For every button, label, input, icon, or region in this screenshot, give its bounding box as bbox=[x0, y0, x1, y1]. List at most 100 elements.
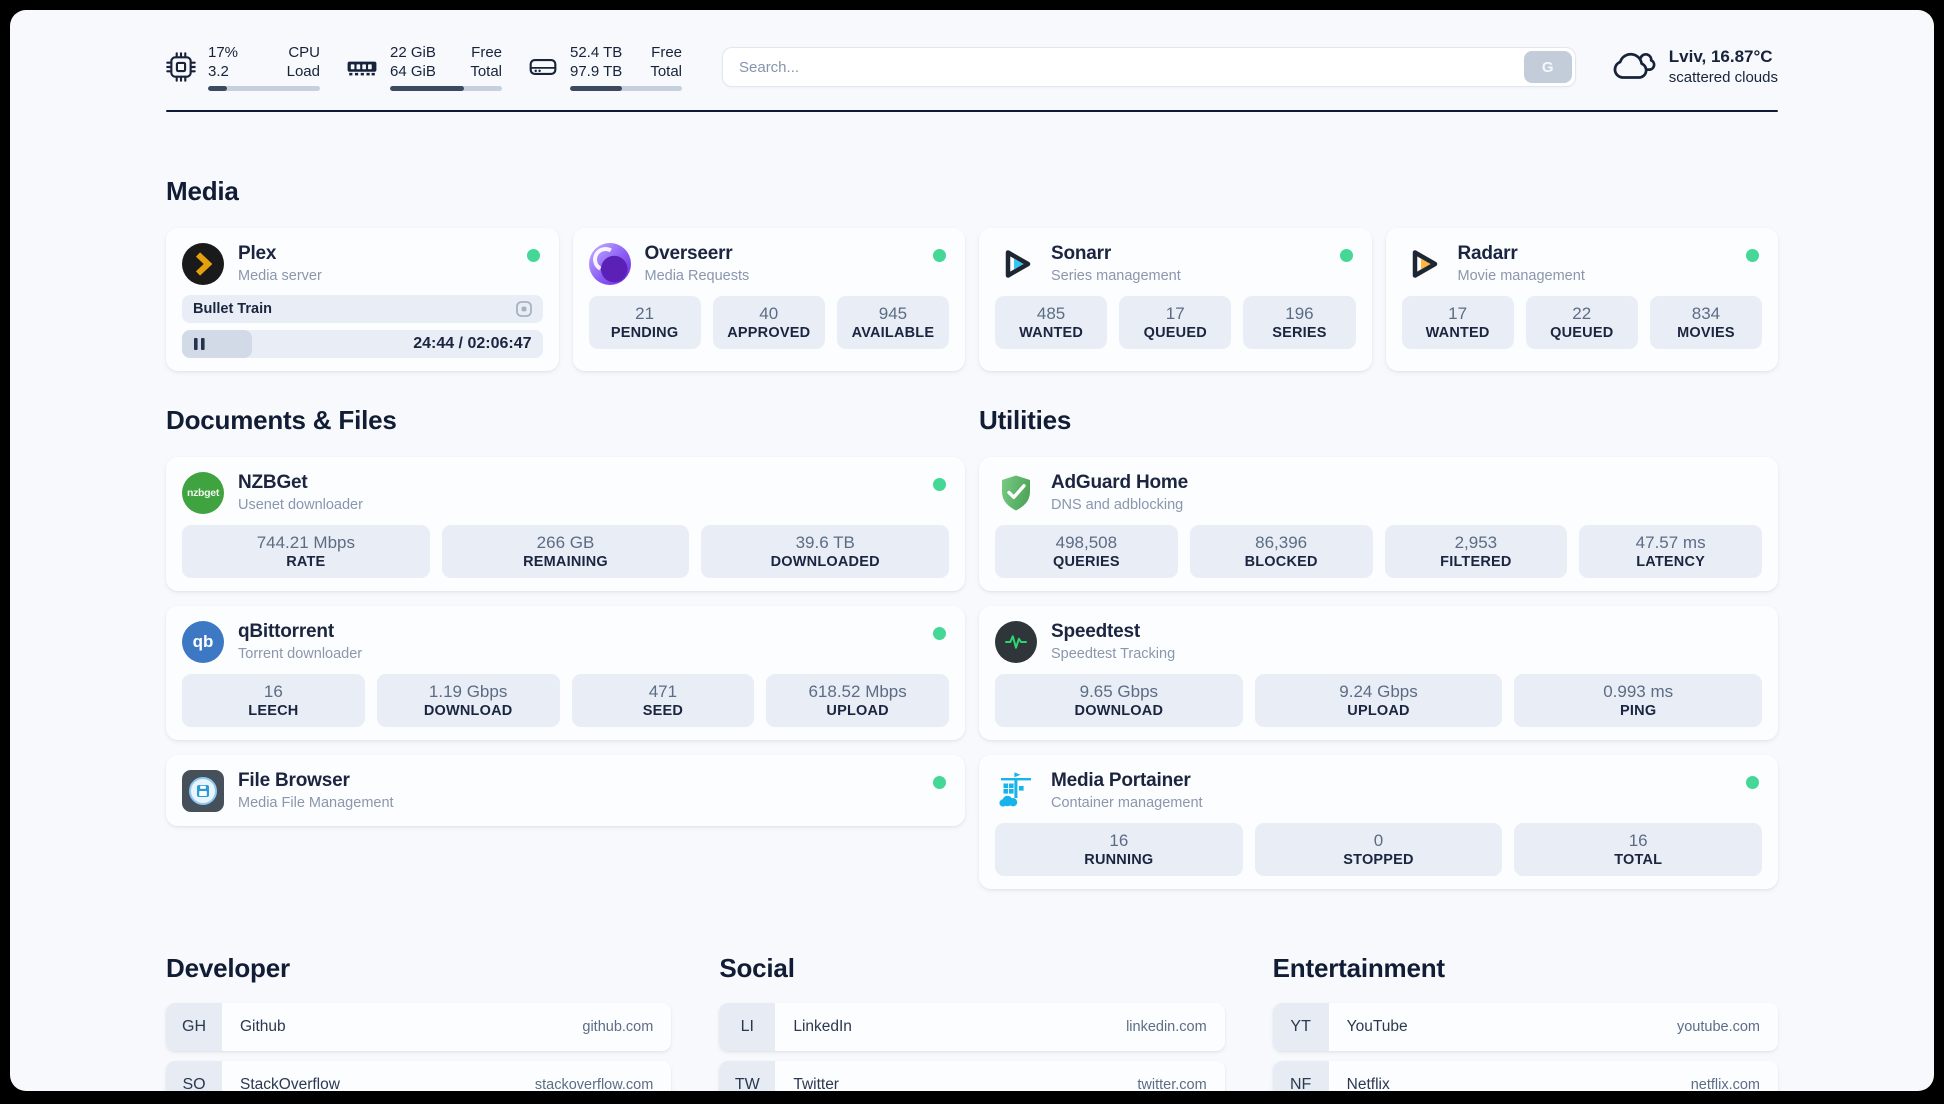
bookmark-group-entertainment: Entertainment YT YouTube youtube.com NF … bbox=[1272, 953, 1778, 1091]
stat-label: SEED bbox=[642, 703, 684, 719]
stat-label: AVAILABLE bbox=[851, 325, 935, 341]
stat-value: 16 bbox=[1109, 831, 1129, 850]
stat-box: 9.65 Gbps DOWNLOAD bbox=[995, 674, 1243, 727]
stat-value: 196 bbox=[1285, 304, 1314, 323]
stop-button[interactable] bbox=[514, 299, 534, 319]
stat-label: LATENCY bbox=[1636, 554, 1706, 570]
app-card-sonarr[interactable]: Sonarr Series management 485 WANTED 17 QUE… bbox=[979, 228, 1372, 371]
bookmark-row-stackoverflow[interactable]: SO StackOverflow stackoverflow.com bbox=[166, 1061, 672, 1091]
pause-button[interactable] bbox=[193, 337, 206, 351]
disk-total-value: 97.9 TB bbox=[570, 63, 623, 80]
bookmark-url: youtube.com bbox=[1676, 1019, 1760, 1035]
app-name: AdGuard Home bbox=[1051, 472, 1188, 493]
ram-total-value: 64 GiB bbox=[390, 63, 436, 80]
section-title-utilities: Utilities bbox=[979, 405, 1072, 435]
bookmark-row-twitter[interactable]: TW Twitter twitter.com bbox=[719, 1061, 1225, 1091]
stat-value: 17 bbox=[1448, 304, 1468, 323]
stat-label: RATE bbox=[286, 554, 326, 570]
stat-value: 471 bbox=[648, 682, 678, 701]
bookmark-row-youtube[interactable]: YT YouTube youtube.com bbox=[1272, 1003, 1778, 1051]
stat-value: 16 bbox=[1628, 831, 1648, 850]
disk-free-value: 52.4 TB bbox=[570, 44, 623, 61]
stat-value: 9.24 Gbps bbox=[1339, 682, 1418, 701]
search-input[interactable] bbox=[722, 47, 1576, 87]
stat-box: 16 RUNNING bbox=[995, 823, 1243, 876]
disk-progress-fill bbox=[570, 86, 622, 91]
bookmark-abbr: YT bbox=[1272, 1003, 1329, 1051]
app-name: Overseerr bbox=[644, 243, 733, 264]
app-desc: Media Requests bbox=[644, 268, 750, 284]
bookmark-row-netflix[interactable]: NF Netflix netflix.com bbox=[1272, 1061, 1778, 1091]
ram-stat: 22 GiB Free 64 GiB Total bbox=[346, 43, 502, 91]
stat-value: 16 bbox=[263, 682, 283, 701]
bookmark-abbr: SO bbox=[166, 1061, 222, 1091]
qbittorrent-icon: qb bbox=[182, 621, 224, 663]
cpu-value: 17% bbox=[208, 44, 239, 61]
stat-box: 471 SEED bbox=[571, 674, 755, 727]
app-desc: Torrent downloader bbox=[238, 646, 363, 662]
app-desc: DNS and adblocking bbox=[1051, 497, 1184, 513]
stat-value: 1.19 Gbps bbox=[428, 682, 508, 701]
search-provider-button[interactable]: G bbox=[1523, 51, 1572, 83]
now-playing-row: Bullet Train bbox=[182, 295, 543, 323]
app-name: Speedtest bbox=[1051, 621, 1141, 642]
stat-box: 86,396 BLOCKED bbox=[1189, 525, 1373, 578]
app-name: Radarr bbox=[1457, 243, 1518, 264]
app-card-plex[interactable]: Plex Media server Bullet Train 24:44 / 0… bbox=[166, 228, 559, 371]
bookmark-group-social: Social LI LinkedIn linkedin.com TW Twitt… bbox=[719, 953, 1225, 1091]
app-desc: Speedtest Tracking bbox=[1051, 646, 1176, 662]
disk-free-label: Free bbox=[651, 44, 682, 61]
weather-widget: Lviv, 16.87°C scattered clouds bbox=[1610, 46, 1778, 88]
app-name: Sonarr bbox=[1051, 243, 1112, 264]
ram-progress-fill bbox=[390, 86, 464, 91]
bookmark-abbr: LI bbox=[719, 1003, 776, 1051]
ram-total-label: Total bbox=[470, 63, 502, 80]
app-card-qbittorrent[interactable]: qb qBittorrent Torrent downloader 16 LEEC… bbox=[166, 606, 965, 740]
disk-icon bbox=[528, 52, 558, 82]
stat-value: 266 GB bbox=[536, 533, 595, 552]
bookmark-label: YouTube bbox=[1346, 1018, 1408, 1035]
stat-box: 40 APPROVED bbox=[712, 296, 825, 349]
weather-location-temp: Lviv, 16.87°C bbox=[1668, 47, 1773, 66]
stat-label: MOVIES bbox=[1677, 325, 1735, 341]
stat-box: 2,953 FILTERED bbox=[1384, 525, 1568, 578]
app-desc: Container management bbox=[1051, 795, 1203, 811]
section-title-developer: Developer bbox=[166, 953, 290, 983]
ram-progress-bar bbox=[390, 86, 502, 91]
stat-label: DOWNLOAD bbox=[423, 703, 513, 719]
online-status-dot bbox=[933, 478, 946, 491]
online-status-dot bbox=[1746, 249, 1759, 262]
app-card-radarr[interactable]: Radarr Movie management 17 WANTED 22 QUEUE… bbox=[1385, 228, 1778, 371]
stat-label: UPLOAD bbox=[826, 703, 889, 719]
stat-box: 9.24 Gbps UPLOAD bbox=[1254, 674, 1503, 727]
stat-label: DOWNLOADED bbox=[770, 554, 880, 570]
disk-total-label: Total bbox=[650, 63, 682, 80]
stat-value: 485 bbox=[1036, 304, 1066, 323]
app-card-adguard[interactable]: AdGuard Home DNS and adblocking 498,508 Q… bbox=[979, 457, 1778, 591]
stat-value: 40 bbox=[759, 304, 779, 323]
online-status-dot bbox=[933, 627, 946, 640]
stat-box: 17 WANTED bbox=[1401, 296, 1514, 349]
stat-value: 17 bbox=[1165, 304, 1185, 323]
bookmark-row-linkedin[interactable]: LI LinkedIn linkedin.com bbox=[719, 1003, 1225, 1051]
stat-box: 1.19 Gbps DOWNLOAD bbox=[376, 674, 560, 727]
bookmark-label: Github bbox=[240, 1018, 286, 1035]
app-card-overseerr[interactable]: Overseerr Media Requests 21 PENDING 40 APP… bbox=[572, 228, 965, 371]
stat-label: REMAINING bbox=[523, 554, 608, 570]
app-card-nzbget[interactable]: nzbget NZBGet Usenet downloader 744.21 M… bbox=[166, 457, 965, 591]
stat-label: QUEUED bbox=[1550, 325, 1614, 341]
bookmark-abbr: GH bbox=[166, 1003, 222, 1051]
app-card-portainer[interactable]: Media Portainer Container management 16 R… bbox=[979, 755, 1778, 889]
bookmark-row-github[interactable]: GH Github github.com bbox=[166, 1003, 672, 1051]
section-title-media: Media bbox=[166, 176, 239, 206]
seek-bar[interactable]: 24:44 / 02:06:47 bbox=[182, 330, 543, 358]
online-status-dot bbox=[1746, 776, 1759, 789]
section-media: Media Plex Media server Bullet Train 24:… bbox=[166, 176, 1778, 371]
bookmark-url: netflix.com bbox=[1690, 1077, 1760, 1091]
stat-box: 834 MOVIES bbox=[1649, 296, 1763, 349]
section-documents: Documents & Files nzbget NZBGet Usenet d… bbox=[166, 405, 965, 826]
stat-box: 0.993 ms PING bbox=[1514, 674, 1763, 727]
system-stats: 17% CPU 3.2 Load 22 GiB Free 64 GiB Tota… bbox=[166, 43, 682, 91]
app-card-filebrowser[interactable]: File Browser Media File Management bbox=[166, 755, 965, 826]
app-card-speedtest[interactable]: Speedtest Speedtest Tracking 9.65 Gbps DO… bbox=[979, 606, 1778, 740]
